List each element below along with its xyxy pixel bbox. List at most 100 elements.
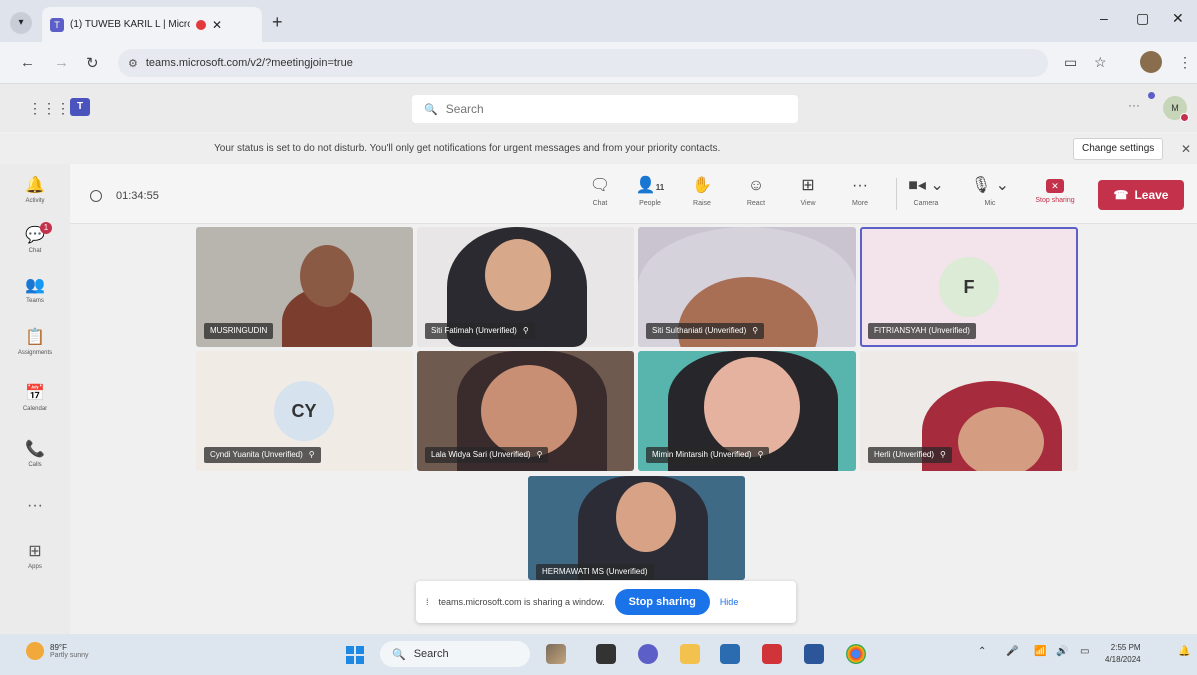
share-notice-text: teams.microsoft.com is sharing a window. xyxy=(438,597,605,607)
word-icon[interactable] xyxy=(804,644,824,664)
app-launcher-icon[interactable]: ⋮⋮⋮ xyxy=(28,100,70,117)
drag-handle-icon[interactable]: ⁞ xyxy=(426,597,429,607)
participant-tile[interactable]: Siti Sulthaniati (Unverified) ⚲ xyxy=(638,227,856,347)
rail-item-calendar[interactable]: 📅 Calendar xyxy=(0,384,70,412)
participant-face xyxy=(300,245,354,307)
site-info-icon[interactable]: ⚙ xyxy=(128,57,138,70)
people-button[interactable]: 👤11 People xyxy=(630,176,670,207)
browser-menu-icon[interactable]: ⋮ xyxy=(1178,54,1192,71)
taskbar-search[interactable]: 🔍 Search xyxy=(380,641,530,667)
participant-tile-speaking[interactable]: F FITRIANSYAH (Unverified) xyxy=(860,227,1078,347)
rail-item-calls[interactable]: 📞 Calls xyxy=(0,440,70,468)
camera-button[interactable]: ■◂ ⌄ Camera xyxy=(906,176,946,207)
hide-button[interactable]: Hide xyxy=(720,597,739,607)
more-button[interactable]: ··· More xyxy=(840,176,880,207)
search-icon: 🔍 xyxy=(424,103,438,116)
pin-icon: ⚲ xyxy=(752,326,759,335)
new-tab-button[interactable]: + xyxy=(272,12,283,33)
start-button-icon[interactable] xyxy=(346,646,364,664)
user-avatar[interactable]: M xyxy=(1163,96,1189,122)
battery-icon[interactable]: ▭ xyxy=(1080,646,1089,657)
rail-item-teams[interactable]: 👥 Teams xyxy=(0,276,70,304)
participant-name-tag: Herli (Unverified) ⚲ xyxy=(868,447,952,463)
stop-sharing-toolbar-button[interactable]: ✕ Stop sharing xyxy=(1030,176,1080,204)
banner-message: Your status is set to do not disturb. Yo… xyxy=(214,143,721,154)
taskbar-search-label: Search xyxy=(413,648,449,660)
teams-chat-icon[interactable] xyxy=(638,644,658,664)
teams-header: ⋮⋮⋮ T 🔍 ··· M xyxy=(0,84,1197,132)
rail-label: Chat xyxy=(28,248,42,254)
window-minimize-button[interactable]: – xyxy=(1100,10,1108,26)
status-banner: Your status is set to do not disturb. Yo… xyxy=(0,134,1197,164)
tab-close-icon[interactable]: ✕ xyxy=(212,18,222,32)
url-input[interactable] xyxy=(145,57,746,69)
view-button[interactable]: ⊞ View xyxy=(788,176,828,207)
cast-icon[interactable]: ▭ xyxy=(1064,54,1077,71)
file-explorer-icon[interactable] xyxy=(680,644,700,664)
participant-tile[interactable]: CY Cyndi Yuanita (Unverified) ⚲ xyxy=(196,351,413,471)
participant-name: FITRIANSYAH (Unverified) xyxy=(874,326,970,335)
leave-button[interactable]: ☎ Leave xyxy=(1098,180,1184,210)
tray-chevron-icon[interactable]: ⌃ xyxy=(978,646,986,657)
chrome-icon[interactable] xyxy=(846,644,866,664)
recording-indicator-icon xyxy=(196,19,206,30)
teams-search-input[interactable] xyxy=(445,102,766,116)
participant-name-tag: HERMAWATI MS (Unverified) xyxy=(536,564,654,580)
participant-name: MUSRINGUDIN xyxy=(210,326,268,335)
volume-icon[interactable]: 🔊 xyxy=(1056,646,1068,657)
phone-hangup-icon: ☎ xyxy=(1113,188,1129,202)
tab-search-button[interactable]: ▾ xyxy=(10,12,32,34)
browser-profile-avatar[interactable] xyxy=(1140,51,1162,73)
rail-item-more[interactable]: ··· xyxy=(0,496,70,516)
participant-tile[interactable]: HERMAWATI MS (Unverified) xyxy=(528,476,745,580)
task-view-icon[interactable] xyxy=(596,644,616,664)
reload-icon[interactable]: ↻ xyxy=(86,54,99,72)
weather-widget[interactable]: 89°F Partly sunny xyxy=(26,642,89,660)
bookmark-star-icon[interactable]: ☆ xyxy=(1094,54,1107,71)
meeting-toolbar: 01:34:55 🗨 Chat 👤11 People ✋ Raise ☺ Rea… xyxy=(70,164,1197,224)
banner-close-icon[interactable]: ✕ xyxy=(1181,142,1191,156)
change-settings-button[interactable]: Change settings xyxy=(1073,138,1164,160)
browser-tab[interactable]: T (1) TUWEB KARIL L | Micro ✕ xyxy=(42,7,262,42)
back-icon[interactable]: ← xyxy=(20,54,35,71)
window-close-button[interactable]: ✕ xyxy=(1172,10,1184,27)
tray-mic-icon[interactable]: 🎤 xyxy=(1006,646,1018,657)
view-label: View xyxy=(800,200,816,207)
settings-more-icon[interactable]: ··· xyxy=(1128,98,1140,112)
chat-button[interactable]: 🗨 Chat xyxy=(580,176,620,207)
participant-tile[interactable]: MUSRINGUDIN xyxy=(196,227,413,347)
phone-icon: 📞 xyxy=(25,441,45,458)
clock-date: 4/18/2024 xyxy=(1105,655,1141,664)
teams-search[interactable]: 🔍 xyxy=(412,95,798,123)
participant-tile[interactable]: Herli (Unverified) ⚲ xyxy=(860,351,1078,471)
react-button[interactable]: ☺ React xyxy=(736,176,776,207)
window-maximize-button[interactable]: ▢ xyxy=(1136,10,1149,27)
participant-tile[interactable]: Lala Widya Sari (Unverified) ⚲ xyxy=(417,351,634,471)
pin-icon: ⚲ xyxy=(308,450,315,459)
notification-bell-icon[interactable]: 🔔 xyxy=(1178,646,1190,657)
stop-sharing-button[interactable]: Stop sharing xyxy=(614,589,710,615)
participant-name-tag: FITRIANSYAH (Unverified) xyxy=(868,323,976,339)
rail-item-chat[interactable]: 💬 1 Chat xyxy=(0,222,70,254)
raise-hand-button[interactable]: ✋ Raise xyxy=(682,176,722,207)
browser-tab-strip: ▾ T (1) TUWEB KARIL L | Micro ✕ + – ▢ ✕ xyxy=(0,0,1197,42)
people-icon: 👤11 xyxy=(635,177,665,194)
meeting-info-icon[interactable] xyxy=(90,190,102,202)
leave-label: Leave xyxy=(1134,188,1169,202)
react-label: React xyxy=(746,200,766,207)
system-clock[interactable]: 2:55 PM 4/18/2024 xyxy=(1105,642,1141,666)
mail-icon[interactable] xyxy=(720,644,740,664)
rail-item-apps[interactable]: ⊞ Apps xyxy=(0,542,70,570)
omnibox[interactable]: ⚙ xyxy=(118,49,1048,77)
taskbar-app-icon[interactable] xyxy=(546,644,566,664)
participant-tile[interactable]: Siti Fatimah (Unverified) ⚲ xyxy=(417,227,634,347)
rail-item-activity[interactable]: 🔔 Activity xyxy=(0,176,70,204)
participant-tile[interactable]: Mimin Mintarsih (Unverified) ⚲ xyxy=(638,351,856,471)
mic-button[interactable]: 🎙 ⌄ Mic xyxy=(970,176,1010,207)
network-icon[interactable]: 📶 xyxy=(1034,646,1046,657)
forward-icon[interactable]: → xyxy=(54,54,69,71)
rail-item-assignments[interactable]: 📋 Assignments xyxy=(0,328,70,356)
chat-icon: 💬 xyxy=(25,227,45,244)
teams-icon: 👥 xyxy=(25,277,45,294)
powerpoint-icon[interactable] xyxy=(762,644,782,664)
